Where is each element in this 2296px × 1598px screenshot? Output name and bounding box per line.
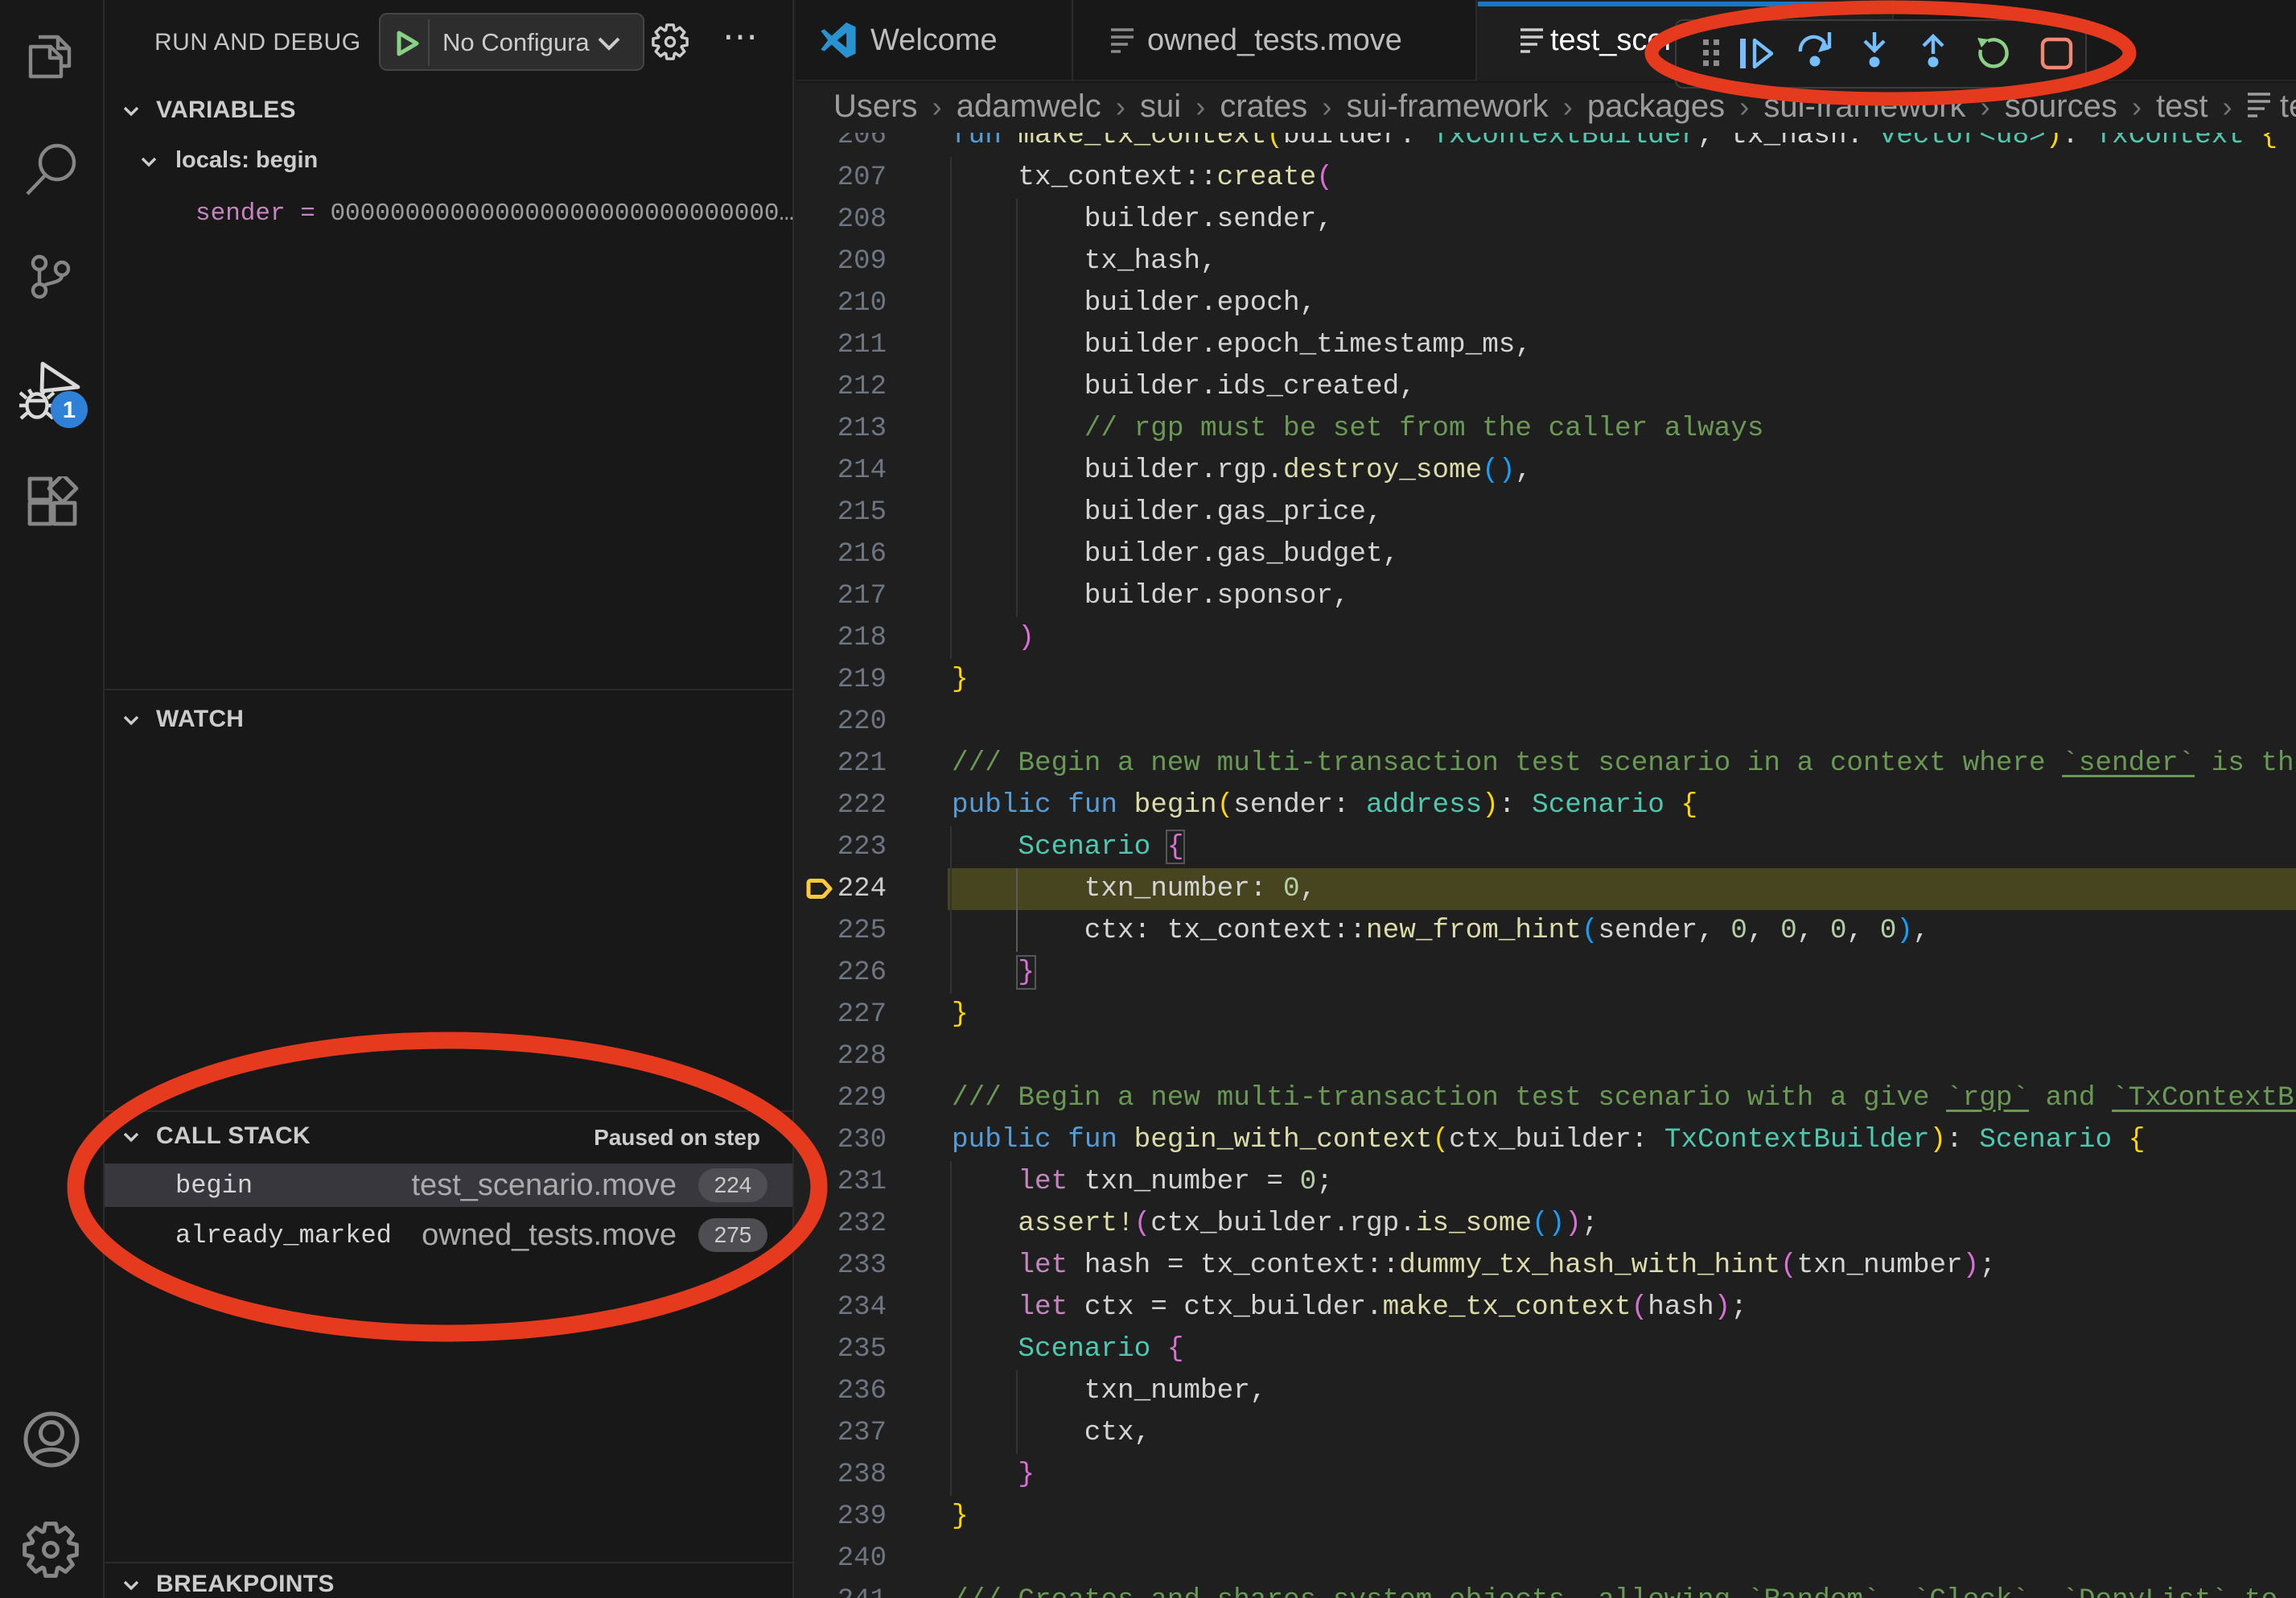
svg-text:1: 1 [63,397,76,423]
